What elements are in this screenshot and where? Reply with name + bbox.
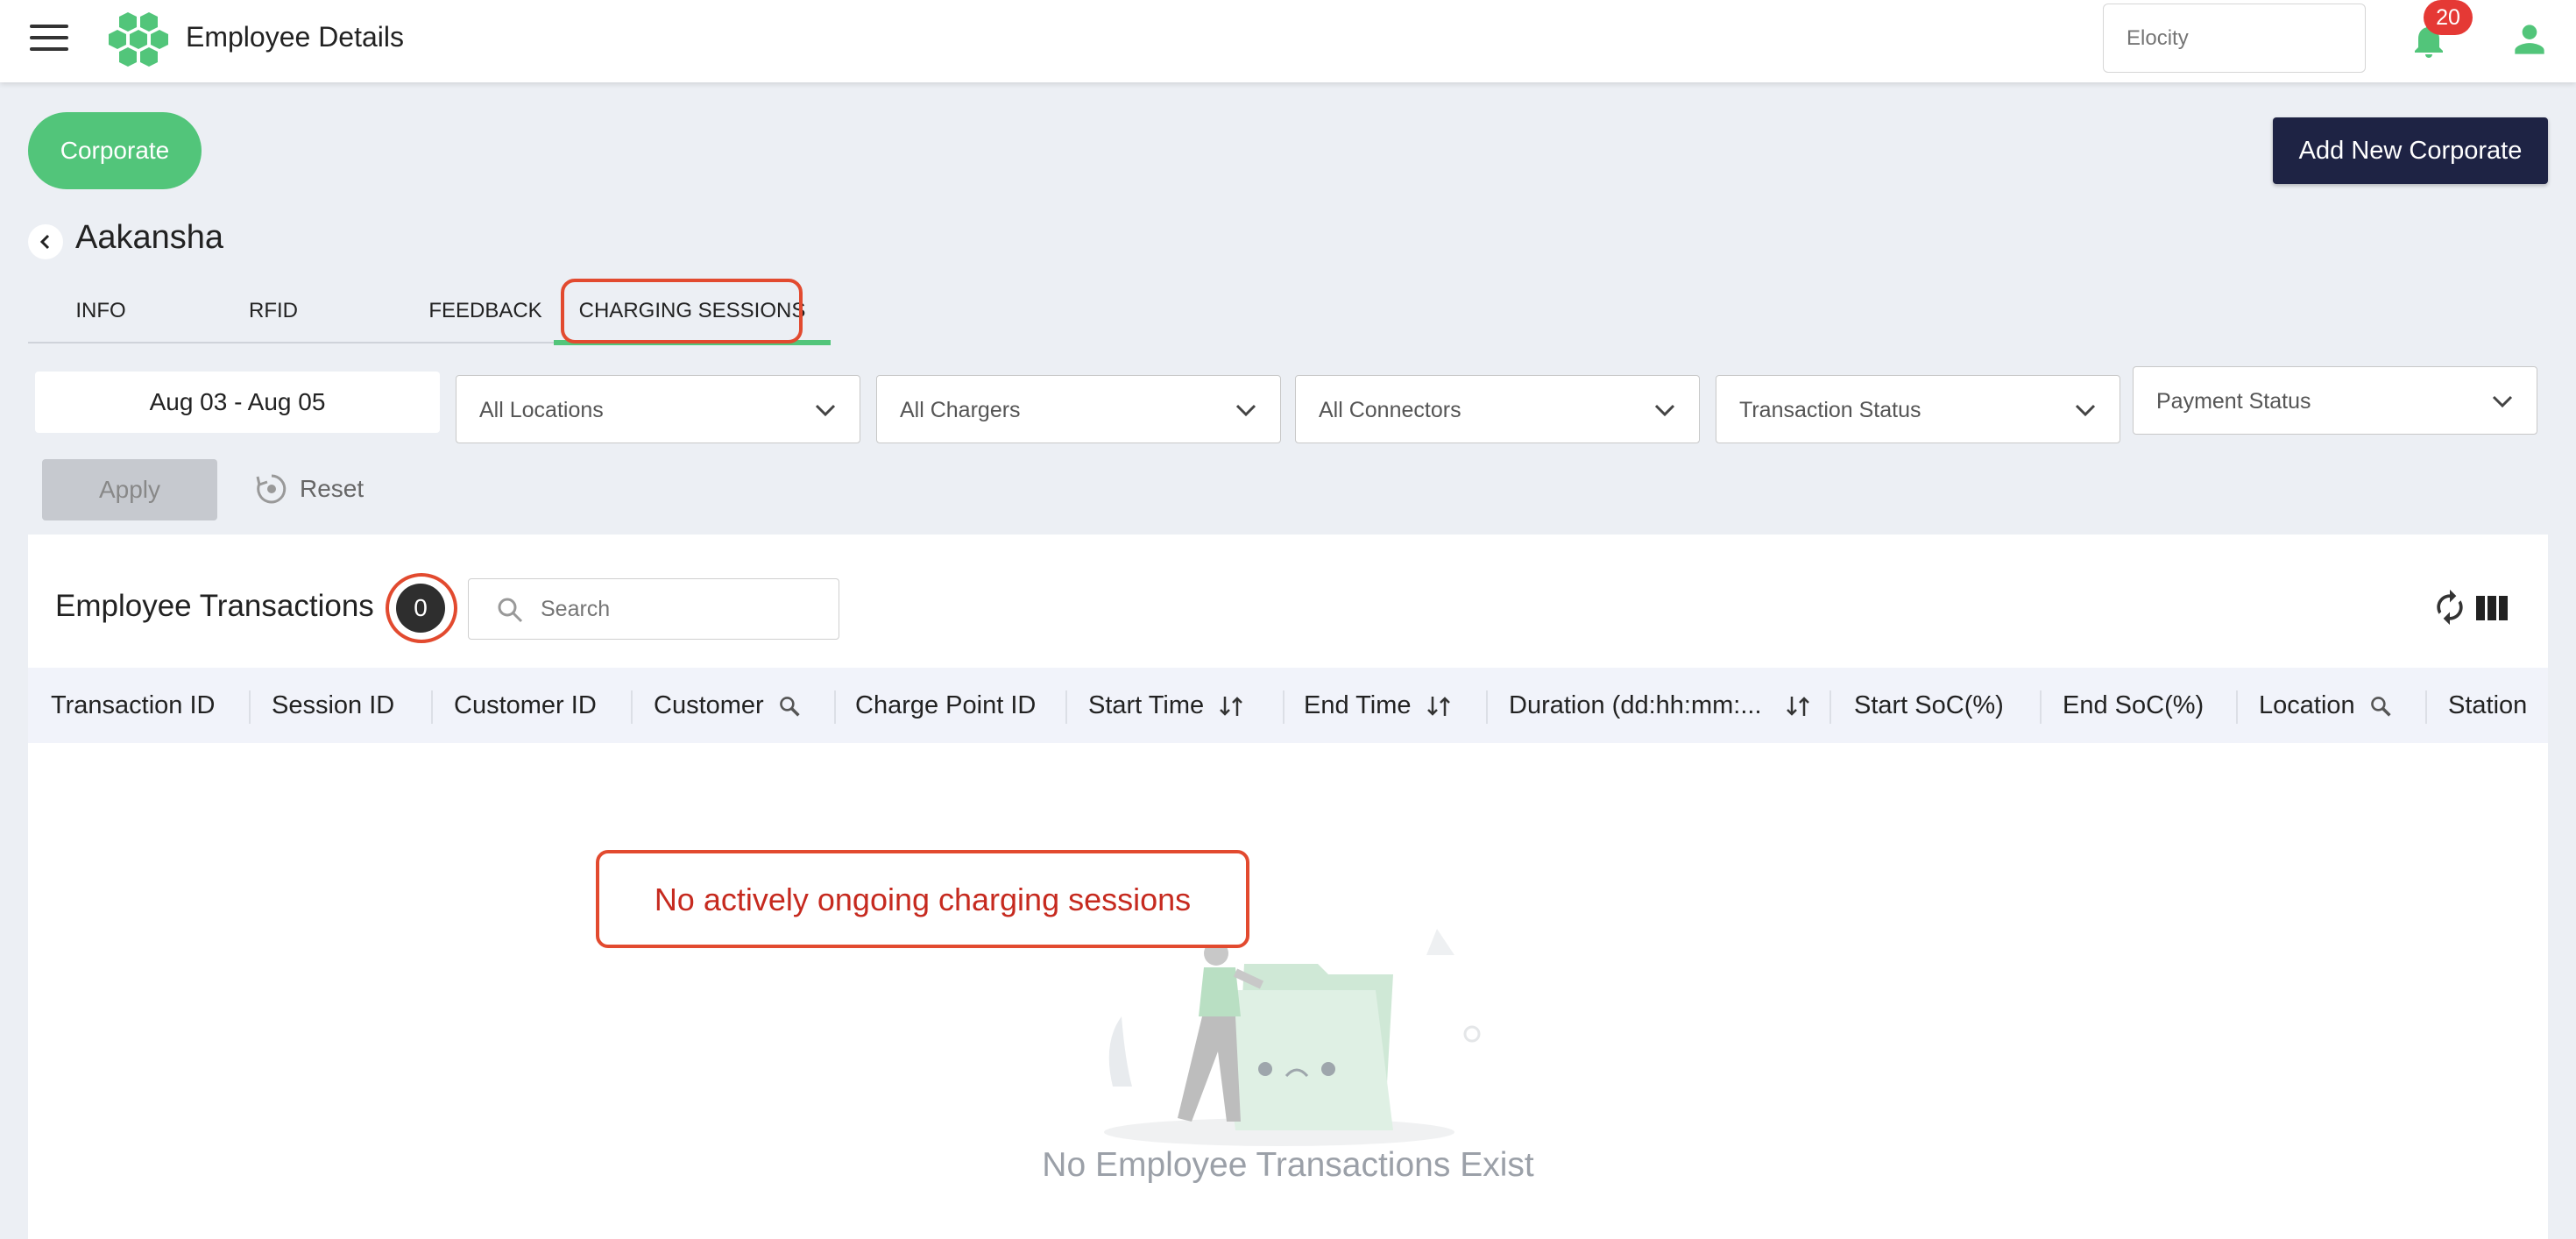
reset-icon [256,474,287,504]
search-input[interactable] [541,590,821,628]
transaction-status-select-value: Transaction Status [1739,398,1921,422]
column-charge-point-id[interactable]: Charge Point ID [855,668,1036,743]
tab-info[interactable]: INFO [54,280,147,342]
organization-field[interactable] [2103,4,2366,73]
user-account-icon[interactable] [2508,18,2551,61]
menu-icon[interactable] [30,25,68,56]
refresh-icon[interactable] [2431,587,2469,627]
column-end-time-label: End Time [1304,691,1412,719]
panel-title: Employee Transactions [55,589,374,623]
empty-state-message: No Employee Transactions Exist [1042,1146,1534,1184]
back-button[interactable] [28,224,63,259]
reset-label: Reset [300,475,364,502]
empty-state-illustration [1104,929,1481,1146]
chevron-down-icon [2492,395,2513,408]
add-new-corporate-button[interactable]: Add New Corporate [2273,117,2548,184]
column-customer[interactable]: Customer [654,668,801,743]
column-location-label: Location [2259,691,2355,719]
tab-rfid[interactable]: RFID [230,280,317,342]
transaction-status-select[interactable]: Transaction Status [1716,375,2120,443]
payment-status-select-value: Payment Status [2156,389,2311,414]
chevron-down-icon [2075,404,2096,417]
top-app-bar: Employee Details 20 [0,0,2576,82]
payment-status-select[interactable]: Payment Status [2133,366,2537,435]
app-title: Employee Details [186,21,404,53]
date-range-picker[interactable]: Aug 03 - Aug 05 [35,372,440,433]
column-customer-id[interactable]: Customer ID [454,668,597,743]
table-header: Transaction ID Session ID Customer ID Cu… [28,668,2548,743]
chargers-select[interactable]: All Chargers [876,375,1281,443]
apply-button[interactable]: Apply [42,459,217,520]
annotation-highlight-count [386,573,457,643]
sort-icon[interactable] [1426,695,1452,718]
chargers-select-value: All Chargers [900,398,1021,422]
column-start-time-label: Start Time [1088,691,1205,719]
chevron-down-icon [1235,404,1256,417]
column-duration[interactable]: Duration (dd:hh:mm:... [1509,668,1811,743]
connectors-select-value: All Connectors [1319,398,1461,422]
chevron-down-icon [815,404,836,417]
logo-icon [109,12,168,67]
notification-count-badge: 20 [2424,0,2473,35]
columns-icon[interactable] [2476,596,2508,620]
sort-icon[interactable] [1218,695,1244,718]
tab-feedback[interactable]: FEEDBACK [398,280,573,342]
column-station[interactable]: Station [2448,668,2527,743]
column-location[interactable]: Location [2259,668,2392,743]
connectors-select[interactable]: All Connectors [1295,375,1700,443]
column-customer-label: Customer [654,691,764,719]
column-end-time[interactable]: End Time [1304,668,1452,743]
chevron-down-icon [1654,404,1675,417]
annotation-note: No actively ongoing charging sessions [596,850,1249,948]
annotation-note-text: No actively ongoing charging sessions [654,881,1192,917]
column-end-soc[interactable]: End SoC(%) [2063,668,2204,743]
employee-name: Aakansha [75,219,224,256]
search-icon[interactable] [778,695,801,718]
sort-icon[interactable] [1785,695,1811,718]
corporate-pill-button[interactable]: Corporate [28,112,202,189]
column-duration-label: Duration (dd:hh:mm:... [1509,691,1762,719]
annotation-highlight-tab [561,279,803,343]
column-start-soc[interactable]: Start SoC(%) [1854,668,2004,743]
column-transaction-id[interactable]: Transaction ID [51,668,216,743]
column-session-id[interactable]: Session ID [272,668,394,743]
search-icon[interactable] [2369,695,2392,718]
column-start-time[interactable]: Start Time [1088,668,1244,743]
search-box[interactable] [468,578,839,640]
chevron-left-icon [39,234,50,250]
locations-select[interactable]: All Locations [456,375,860,443]
locations-select-value: All Locations [479,398,604,422]
search-icon [498,598,523,623]
